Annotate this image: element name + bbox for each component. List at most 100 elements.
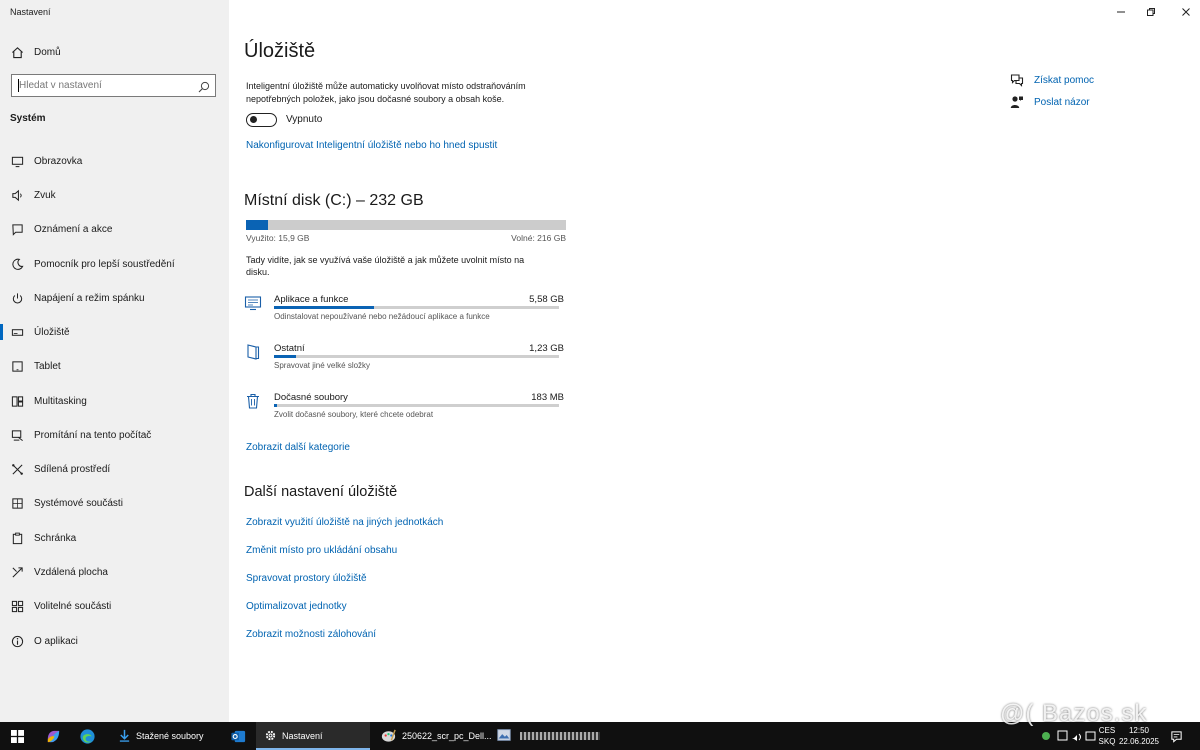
- disk-usage-bar: [246, 220, 566, 230]
- start-button[interactable]: [8, 722, 26, 750]
- sidebar-item-label: Promítání na tento počítač: [34, 429, 152, 441]
- sidebar-item-label: Úložiště: [34, 326, 70, 338]
- section-label-system: Systém: [10, 113, 46, 124]
- category-apps[interactable]: Aplikace a funkce 5,58 GB Odinstalovat n…: [244, 294, 564, 334]
- main-content: Úložiště Inteligentní úložiště může auto…: [229, 0, 1200, 722]
- close-button[interactable]: [1179, 5, 1193, 19]
- category-bar: [274, 306, 559, 309]
- disk-usage-fill: [246, 220, 268, 230]
- toggle-state-label: Vypnuto: [286, 114, 323, 125]
- category-name: Ostatní: [274, 343, 305, 354]
- sidebar-item-vzdalena-plocha[interactable]: Vzdálená plocha: [0, 561, 229, 583]
- send-feedback-link[interactable]: Poslat názor: [1010, 95, 1090, 109]
- clipboard-icon: [10, 531, 24, 545]
- taskbar-app-paint[interactable]: 250622_scr_pc_Dell...: [372, 722, 492, 750]
- moon-icon: [10, 257, 24, 271]
- sidebar: Nastavení Domů Systém Obrazovka Zvuk Oznám…: [0, 0, 229, 722]
- sidebar-item-sdilena-prostredi[interactable]: Sdílená prostředí: [0, 458, 229, 480]
- taskbar-app-downloads[interactable]: Stažené soubory: [110, 722, 220, 750]
- taskbar-app-image-viewer[interactable]: [488, 722, 600, 750]
- action-center-icon: [1170, 730, 1182, 743]
- show-more-categories-link[interactable]: Zobrazit další kategorie: [246, 442, 350, 453]
- sidebar-item-label: Pomocník pro lepší soustředění: [34, 258, 175, 270]
- category-description: Spravovat jiné velké složky: [274, 361, 371, 370]
- sidebar-item-label: Zvuk: [34, 189, 56, 201]
- more-link-optimize-drives[interactable]: Optimalizovat jednotky: [246, 601, 347, 612]
- sidebar-item-o-aplikaci[interactable]: O aplikaci: [0, 630, 229, 652]
- gear-icon: [264, 729, 277, 744]
- more-link-storage-spaces[interactable]: Spravovat prostory úložiště: [246, 573, 367, 584]
- optional-icon: [10, 599, 24, 613]
- sidebar-item-oznameni-a-akce[interactable]: Oznámení a akce: [0, 218, 229, 240]
- more-settings-title: Další nastavení úložiště: [244, 484, 398, 500]
- minimize-icon: [1117, 11, 1125, 13]
- category-bar: [274, 355, 559, 358]
- search-box[interactable]: [11, 74, 216, 97]
- storage-sense-description-line1: Inteligentní úložiště může automaticky u…: [246, 81, 526, 91]
- feedback-person-icon: [1010, 95, 1024, 109]
- sidebar-item-volitelne-soucasti[interactable]: Volitelné součásti: [0, 595, 229, 617]
- taskbar-app-label: Nastavení: [282, 731, 323, 741]
- category-size: 183 MB: [531, 392, 564, 403]
- usage-description-line1: Tady vidíte, jak se využívá vaše úložišt…: [246, 255, 525, 265]
- taskbar-app-label: Stažené soubory: [136, 731, 204, 741]
- redacted-title: [520, 732, 600, 740]
- taskbar-app-settings[interactable]: Nastavení: [256, 722, 370, 750]
- other-folder-icon: [244, 343, 262, 361]
- minimize-button[interactable]: [1114, 5, 1128, 19]
- category-bar: [274, 404, 559, 407]
- edge-button[interactable]: [78, 722, 96, 750]
- notification-center-button[interactable]: [1166, 722, 1186, 750]
- category-temp-files[interactable]: Dočasné soubory 183 MB Zvolit dočasné so…: [244, 392, 564, 432]
- text-cursor: [18, 79, 19, 92]
- restore-button[interactable]: [1144, 5, 1158, 19]
- sidebar-item-label: Systémové součásti: [34, 497, 123, 509]
- more-link-backup-options[interactable]: Zobrazit možnosti zálohování: [246, 629, 376, 640]
- sidebar-item-promitani-na-tento-pocitac[interactable]: Promítání na tento počítač: [0, 424, 229, 446]
- sidebar-item-pomocnik-pro-lepsi-soustredeni[interactable]: Pomocník pro lepší soustředění: [0, 253, 229, 275]
- sidebar-item-label: Volitelné součásti: [34, 600, 112, 612]
- sidebar-item-tablet[interactable]: Tablet: [0, 355, 229, 377]
- window-title: Nastavení: [10, 7, 51, 17]
- restore-icon: [1147, 8, 1155, 16]
- projecting-icon: [10, 428, 24, 442]
- sidebar-item-schranka[interactable]: Schránka: [0, 527, 229, 549]
- sidebar-item-zvuk[interactable]: Zvuk: [0, 184, 229, 206]
- sidebar-item-label: Napájení a režim spánku: [34, 292, 145, 304]
- get-help-link[interactable]: Získat pomoc: [1010, 73, 1094, 87]
- home-icon: [10, 45, 24, 59]
- remote-icon: [10, 565, 24, 579]
- usage-description-line2: disku.: [246, 267, 270, 277]
- category-other[interactable]: Ostatní 1,23 GB Spravovat jiné velké slo…: [244, 343, 564, 383]
- multitasking-icon: [10, 394, 24, 408]
- outlook-icon: [229, 727, 247, 745]
- sidebar-item-label: Schránka: [34, 532, 77, 544]
- trash-icon: [244, 392, 262, 410]
- send-feedback-label: Poslat názor: [1034, 96, 1090, 108]
- copilot-button[interactable]: [44, 722, 62, 750]
- home-nav-item[interactable]: Domů: [10, 44, 61, 60]
- power-icon: [10, 291, 24, 305]
- sidebar-item-obrazovka[interactable]: Obrazovka: [0, 150, 229, 172]
- storage-sense-toggle[interactable]: [246, 113, 277, 127]
- category-description: Zvolit dočasné soubory, které chcete ode…: [274, 410, 434, 419]
- paint-icon: [380, 727, 397, 746]
- more-link-other-drives[interactable]: Zobrazit využití úložiště na jiných jedn…: [246, 517, 443, 528]
- search-icon[interactable]: [198, 80, 210, 93]
- sidebar-item-uloziste[interactable]: Úložiště: [0, 321, 229, 343]
- shared-icon: [10, 462, 24, 476]
- copilot-icon: [44, 727, 62, 745]
- more-link-save-location[interactable]: Změnit místo pro ukládání obsahu: [246, 545, 397, 556]
- storage-icon: [10, 325, 24, 339]
- sidebar-item-multitasking[interactable]: Multitasking: [0, 390, 229, 412]
- taskbar-app-label: 250622_scr_pc_Dell...: [402, 731, 492, 741]
- sidebar-item-systemove-soucasti[interactable]: Systémové součásti: [0, 492, 229, 514]
- storage-sense-description-line2: nepotřebných položek, jako jsou dočasné …: [246, 94, 505, 104]
- configure-storage-sense-link[interactable]: Nakonfigurovat Inteligentní úložiště neb…: [246, 140, 497, 151]
- search-input[interactable]: [12, 75, 192, 96]
- image-viewer-icon: [496, 727, 512, 745]
- close-icon: [1182, 8, 1190, 16]
- sidebar-item-label: O aplikaci: [34, 635, 78, 647]
- sidebar-item-napajeni-a-rezim-spanku[interactable]: Napájení a režim spánku: [0, 287, 229, 309]
- outlook-button[interactable]: [229, 722, 247, 750]
